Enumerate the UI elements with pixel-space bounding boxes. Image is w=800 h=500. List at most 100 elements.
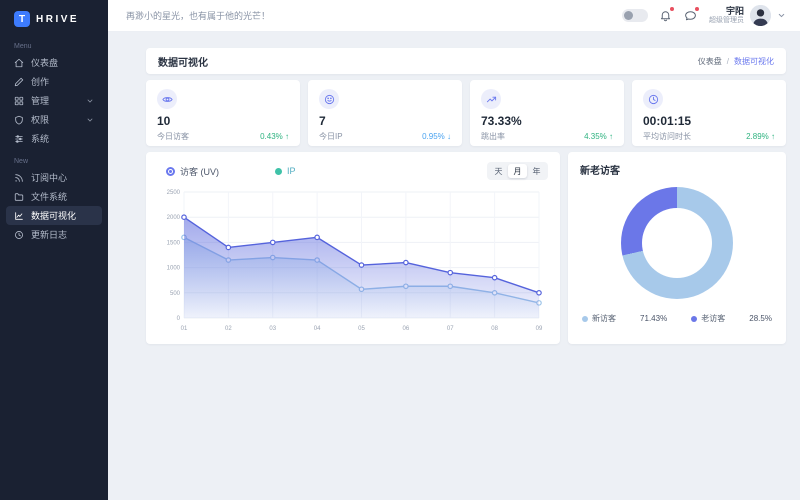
sidebar-item-subscriptions[interactable]: 订阅中心 bbox=[6, 168, 102, 187]
donut-hole bbox=[642, 208, 712, 278]
page-title-bar: 数据可视化 仪表盘 / 数据可视化 bbox=[146, 48, 786, 74]
svg-text:06: 06 bbox=[403, 326, 410, 332]
main-content: 数据可视化 仪表盘 / 数据可视化 10 今日访客 0.43% ↑ 7 今日IP… bbox=[108, 32, 800, 500]
dark-mode-toggle[interactable] bbox=[622, 9, 648, 22]
notification-badge bbox=[670, 7, 674, 11]
stat-card-bounce-rate: 73.33% 跳出率 4.35% ↑ bbox=[470, 80, 624, 146]
stat-label: 今日IP bbox=[319, 131, 343, 142]
sidebar-item-label: 仪表盘 bbox=[31, 56, 102, 69]
stat-card-avg-duration: 00:01:15 平均访问时长 2.89% ↑ bbox=[632, 80, 786, 146]
rss-icon bbox=[14, 173, 24, 183]
radio-selected-icon bbox=[166, 167, 175, 176]
stat-label: 跳出率 bbox=[481, 131, 505, 142]
series-uv-label: 访客 (UV) bbox=[180, 165, 219, 178]
toggle-knob bbox=[624, 11, 633, 20]
sidebar-item-data-visualization[interactable]: 数据可视化 bbox=[6, 206, 102, 225]
top-header: 再渺小的星光，也有属于他的光芒！ 宇阳 超级管理员 bbox=[108, 0, 800, 32]
legend-label: 新访客 bbox=[592, 313, 616, 324]
svg-text:500: 500 bbox=[170, 291, 181, 297]
shield-icon bbox=[14, 115, 24, 125]
stat-card-ip: 7 今日IP 0.95% ↓ bbox=[308, 80, 462, 146]
legend-value: 71.43% bbox=[640, 314, 667, 323]
user-menu[interactable]: 宇阳 超级管理员 bbox=[709, 5, 786, 26]
svg-text:03: 03 bbox=[269, 326, 276, 332]
smiley-icon bbox=[324, 94, 335, 105]
new-visitors-dot-icon bbox=[582, 316, 588, 322]
eye-icon bbox=[162, 94, 173, 105]
sidebar-item-label: 数据可视化 bbox=[31, 209, 102, 222]
sidebar-item-system[interactable]: 系统 bbox=[6, 129, 102, 148]
history-icon bbox=[14, 230, 24, 240]
period-month-button[interactable]: 月 bbox=[508, 164, 527, 178]
grid-icon bbox=[14, 96, 24, 106]
stat-value: 73.33% bbox=[481, 114, 613, 128]
visitors-chart-card: 访客 (UV) IP 天 月 年 05001000150020002500010… bbox=[146, 152, 560, 344]
menu-section-label: Menu bbox=[14, 43, 108, 50]
svg-text:08: 08 bbox=[491, 326, 498, 332]
period-year-button[interactable]: 年 bbox=[527, 164, 546, 178]
trend-icon bbox=[486, 94, 497, 105]
sliders-icon bbox=[14, 134, 24, 144]
avatar bbox=[750, 5, 771, 26]
chart-icon bbox=[14, 211, 24, 221]
sidebar-item-label: 管理 bbox=[31, 94, 79, 107]
donut-chart-title: 新老访客 bbox=[580, 162, 774, 177]
stat-delta: 0.43% ↑ bbox=[260, 132, 289, 141]
uv-ip-area-chart: 05001000150020002500010203040506070809 bbox=[157, 184, 549, 334]
legend-label: 老访客 bbox=[701, 313, 725, 324]
stat-delta: 0.95% ↓ bbox=[422, 132, 451, 141]
legend-item-old-visitors: 老访客 bbox=[691, 313, 725, 324]
app-logo[interactable]: T HRIVE bbox=[0, 0, 108, 33]
chevron-down-icon bbox=[777, 11, 786, 20]
legend-value: 28.5% bbox=[749, 314, 772, 323]
breadcrumb-current: 数据可视化 bbox=[734, 56, 774, 67]
messages-button[interactable] bbox=[684, 9, 698, 23]
old-visitors-dot-icon bbox=[691, 316, 697, 322]
period-day-button[interactable]: 天 bbox=[489, 164, 508, 178]
donut-chart bbox=[621, 187, 733, 299]
series-toggle-uv[interactable]: 访客 (UV) bbox=[166, 165, 219, 178]
sidebar-item-label: 创作 bbox=[31, 75, 102, 88]
sidebar-item-dashboard[interactable]: 仪表盘 bbox=[6, 53, 102, 72]
sidebar-item-label: 文件系统 bbox=[31, 190, 102, 203]
svg-text:04: 04 bbox=[314, 326, 321, 332]
page-title: 数据可视化 bbox=[158, 54, 208, 69]
sidebar-item-permissions[interactable]: 权限 bbox=[6, 110, 102, 129]
svg-text:05: 05 bbox=[358, 326, 365, 332]
svg-text:2000: 2000 bbox=[167, 215, 181, 221]
series-ip-label: IP bbox=[287, 166, 296, 176]
svg-text:02: 02 bbox=[225, 326, 232, 332]
stat-delta: 4.35% ↑ bbox=[584, 132, 613, 141]
pencil-icon bbox=[14, 77, 24, 87]
notifications-button[interactable] bbox=[659, 9, 673, 23]
sidebar-item-manage[interactable]: 管理 bbox=[6, 91, 102, 110]
clock-icon bbox=[648, 94, 659, 105]
logo-text: HRIVE bbox=[36, 14, 79, 25]
chevron-down-icon bbox=[86, 116, 94, 124]
sidebar: T HRIVE Menu 仪表盘 创作 管理 权限 系统 New 订阅中心 文件… bbox=[0, 0, 108, 500]
stat-delta: 2.89% ↑ bbox=[746, 132, 775, 141]
new-old-visitors-card: 新老访客 新访客 71.43% 老访客 28.5% bbox=[568, 152, 786, 344]
chevron-down-icon bbox=[86, 97, 94, 105]
sidebar-item-label: 系统 bbox=[31, 132, 102, 145]
sidebar-item-files[interactable]: 文件系统 bbox=[6, 187, 102, 206]
greeting-text: 再渺小的星光，也有属于他的光芒！ bbox=[126, 9, 270, 22]
user-role: 超级管理员 bbox=[709, 17, 744, 26]
svg-text:0: 0 bbox=[177, 316, 181, 322]
sidebar-item-create[interactable]: 创作 bbox=[6, 72, 102, 91]
svg-text:01: 01 bbox=[181, 326, 188, 332]
legend-item-new-visitors: 新访客 bbox=[582, 313, 616, 324]
breadcrumb-separator: / bbox=[727, 57, 729, 66]
series-toggle-ip[interactable]: IP bbox=[275, 166, 296, 176]
folder-icon bbox=[14, 192, 24, 202]
user-name: 宇阳 bbox=[709, 6, 744, 17]
stat-value: 7 bbox=[319, 114, 451, 128]
period-segmented-control: 天 月 年 bbox=[487, 162, 548, 180]
stat-card-visitors: 10 今日访客 0.43% ↑ bbox=[146, 80, 300, 146]
stat-value: 00:01:15 bbox=[643, 114, 775, 128]
sidebar-item-label: 权限 bbox=[31, 113, 79, 126]
breadcrumb-dashboard[interactable]: 仪表盘 bbox=[698, 56, 722, 67]
logo-icon: T bbox=[14, 11, 30, 27]
dashboard-icon bbox=[14, 58, 24, 68]
sidebar-item-changelog[interactable]: 更新日志 bbox=[6, 225, 102, 244]
